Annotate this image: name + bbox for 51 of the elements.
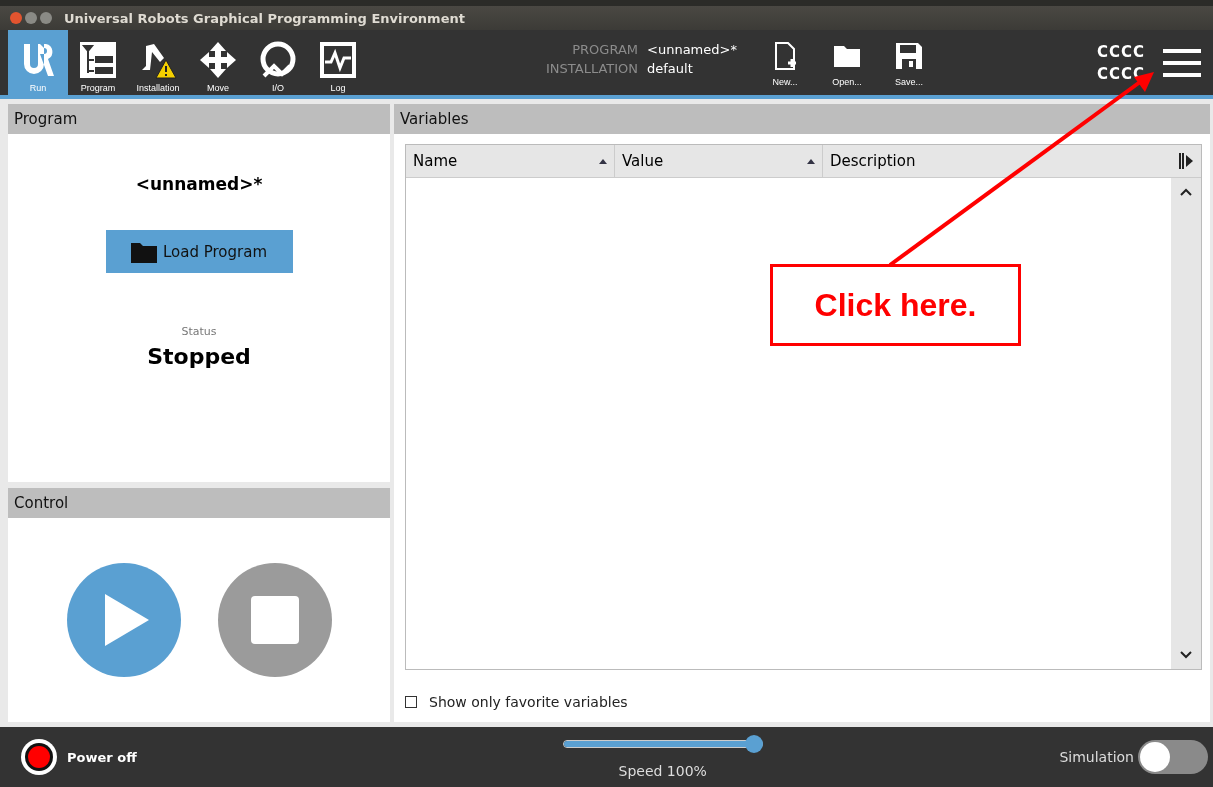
nav-tab[interactable]: Program (68, 30, 128, 95)
column-header[interactable]: Description (823, 145, 1171, 177)
load-program-button[interactable]: Load Program (105, 230, 293, 273)
checkbox-label: Show only favorite variables (429, 694, 628, 710)
status-label: Status (181, 325, 217, 338)
speed-slider[interactable] (562, 735, 763, 753)
scroll-down-icon[interactable] (1180, 651, 1192, 659)
open-file-button[interactable]: Open... (820, 30, 873, 95)
program-tree-icon (78, 40, 118, 80)
sort-arrow-icon (599, 158, 607, 164)
panel-header: Program (8, 104, 390, 134)
scrollbar[interactable] (1171, 178, 1201, 669)
minimize-icon[interactable] (25, 12, 37, 24)
file-info-value: default (647, 59, 694, 78)
nav-tab[interactable]: Log (308, 30, 368, 95)
window-title: Universal Robots Graphical Programming Environment (64, 10, 465, 26)
power-button[interactable]: Power off (14, 737, 143, 777)
speed-label: Speed 100% (618, 763, 707, 779)
io-ring-icon (258, 40, 298, 80)
log-graph-icon (318, 40, 358, 80)
column-header[interactable]: Name (406, 145, 615, 177)
program-name: <unnamed>* (135, 174, 263, 194)
panel-header: Variables (394, 104, 1210, 134)
move-arrows-icon (198, 40, 238, 80)
stop-icon (250, 596, 299, 644)
close-icon[interactable] (10, 12, 22, 24)
folder-icon (130, 240, 157, 263)
file-info-label: PROGRAM (571, 40, 639, 59)
nav-tab[interactable]: Installation (128, 30, 188, 95)
simulation-toggle[interactable] (1138, 740, 1208, 774)
maximize-icon[interactable] (40, 12, 52, 24)
annotation-callout: Click here. (770, 264, 1021, 346)
nav-tab[interactable]: I/O (248, 30, 308, 95)
save-file-button[interactable]: Save... (882, 30, 935, 95)
column-toggle-icon[interactable] (1179, 153, 1193, 169)
slider-thumb[interactable] (744, 735, 763, 753)
column-header[interactable]: Value (615, 145, 823, 177)
panel-header: Control (8, 488, 390, 518)
new-file-icon (772, 41, 797, 71)
file-info-value: <unnamed>* (647, 40, 737, 59)
status-value: Stopped (147, 344, 251, 369)
power-indicator-icon (20, 738, 58, 776)
simulation-label: Simulation (1059, 749, 1134, 765)
checkbox[interactable] (405, 696, 417, 708)
new-file-button[interactable]: New... (758, 30, 811, 95)
nav-tab[interactable]: Move (188, 30, 248, 95)
file-info-label: INSTALLATION (546, 59, 639, 78)
robot-name: CCCC (1096, 41, 1145, 63)
sort-arrow-icon (807, 158, 815, 164)
menu-icon (1163, 47, 1201, 78)
scroll-up-icon[interactable] (1180, 188, 1192, 196)
